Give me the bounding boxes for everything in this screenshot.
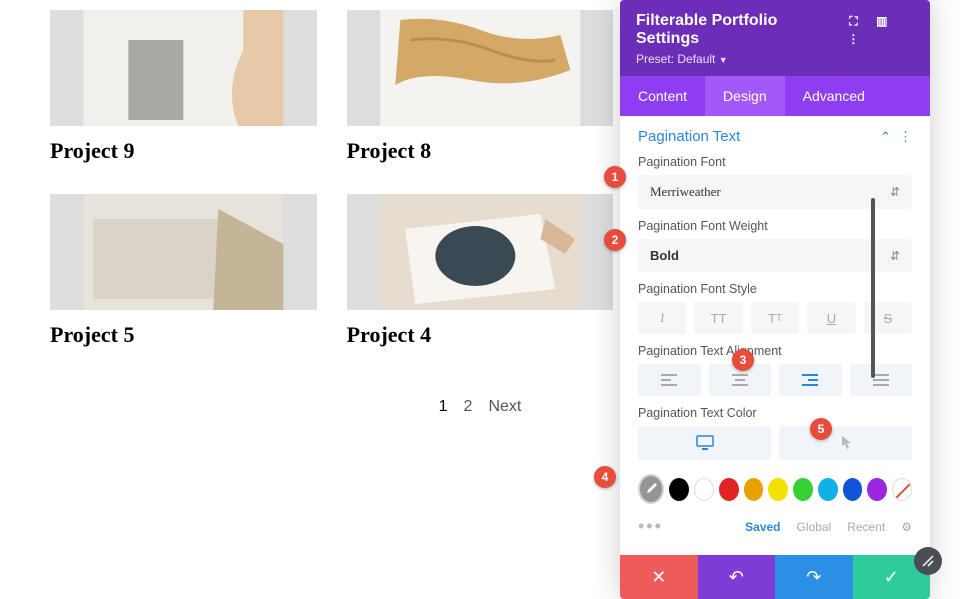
smallcaps-button[interactable]: TT [751, 302, 799, 334]
global-link[interactable]: Global [797, 520, 832, 534]
align-left-button[interactable] [638, 364, 701, 396]
scrollbar[interactable] [871, 198, 875, 378]
page-next[interactable]: Next [488, 398, 521, 415]
project-thumbnail [50, 10, 317, 126]
color-swatch[interactable] [818, 478, 838, 501]
color-swatch[interactable] [719, 478, 739, 501]
preset-selector[interactable]: Preset: Default ▼ [636, 52, 914, 76]
annotation-badge-5: 5 [810, 418, 832, 440]
expand-icon[interactable]: ⛶ [846, 15, 860, 29]
settings-panel: Filterable Portfolio Settings ⛶ ▥ ⋮ Pres… [620, 0, 930, 599]
font-label: Pagination Font [638, 155, 912, 169]
caret-icon: ⇵ [890, 249, 900, 263]
project-card[interactable]: Project 5 [50, 194, 317, 348]
eyedropper-button[interactable] [638, 474, 664, 504]
saved-link[interactable]: Saved [745, 520, 780, 534]
annotation-badge-1: 1 [604, 166, 626, 188]
color-none[interactable] [892, 478, 912, 501]
project-title: Project 5 [50, 322, 317, 348]
color-swatch[interactable] [744, 478, 764, 501]
undo-button[interactable]: ↶ [698, 555, 776, 599]
project-title: Project 4 [347, 322, 614, 348]
uppercase-button[interactable]: TT [694, 302, 742, 334]
gear-icon[interactable]: ⚙ [901, 520, 912, 534]
redo-button[interactable]: ↷ [775, 555, 853, 599]
align-justify-button[interactable] [850, 364, 913, 396]
color-swatch[interactable] [768, 478, 788, 501]
color-swatch[interactable] [694, 478, 714, 501]
color-swatch[interactable] [793, 478, 813, 501]
layout-icon[interactable]: ▥ [875, 14, 889, 28]
hover-tab[interactable] [779, 426, 912, 460]
italic-button[interactable]: I [638, 302, 686, 334]
tab-advanced[interactable]: Advanced [785, 76, 883, 116]
desktop-tab[interactable] [638, 426, 771, 460]
project-title: Project 8 [347, 138, 614, 164]
more-icon[interactable]: ⋮ [846, 32, 860, 46]
project-title: Project 9 [50, 138, 317, 164]
underline-button[interactable]: U [807, 302, 855, 334]
tab-design[interactable]: Design [705, 76, 785, 116]
annotation-badge-3: 3 [732, 349, 754, 371]
page-1[interactable]: 1 [439, 398, 448, 415]
cancel-button[interactable]: ✕ [620, 555, 698, 599]
color-swatch[interactable] [867, 478, 887, 501]
color-swatch[interactable] [669, 478, 689, 501]
more-dots[interactable]: ••• [638, 516, 663, 537]
project-card[interactable]: Project 9 [50, 10, 317, 164]
resize-handle-icon[interactable] [914, 547, 942, 575]
tab-content[interactable]: Content [620, 76, 705, 116]
page-2[interactable]: 2 [464, 398, 473, 415]
project-thumbnail [347, 194, 614, 310]
project-thumbnail [50, 194, 317, 310]
color-label: Pagination Text Color [638, 406, 912, 420]
recent-link[interactable]: Recent [847, 520, 885, 534]
tabs: Content Design Advanced [620, 76, 930, 116]
annotation-badge-2: 2 [604, 229, 626, 251]
section-title[interactable]: Pagination Text [638, 128, 740, 145]
panel-title: Filterable Portfolio Settings [636, 12, 836, 48]
project-thumbnail [347, 10, 614, 126]
section-more-icon[interactable]: ⋮ [899, 129, 912, 144]
collapse-icon[interactable]: ⌃ [880, 129, 891, 144]
align-right-button[interactable] [779, 364, 842, 396]
project-card[interactable]: Project 4 [347, 194, 614, 348]
project-card[interactable]: Project 8 [347, 10, 614, 164]
color-swatch[interactable] [843, 478, 863, 501]
annotation-badge-4: 4 [594, 466, 616, 488]
caret-icon: ⇵ [890, 185, 900, 199]
